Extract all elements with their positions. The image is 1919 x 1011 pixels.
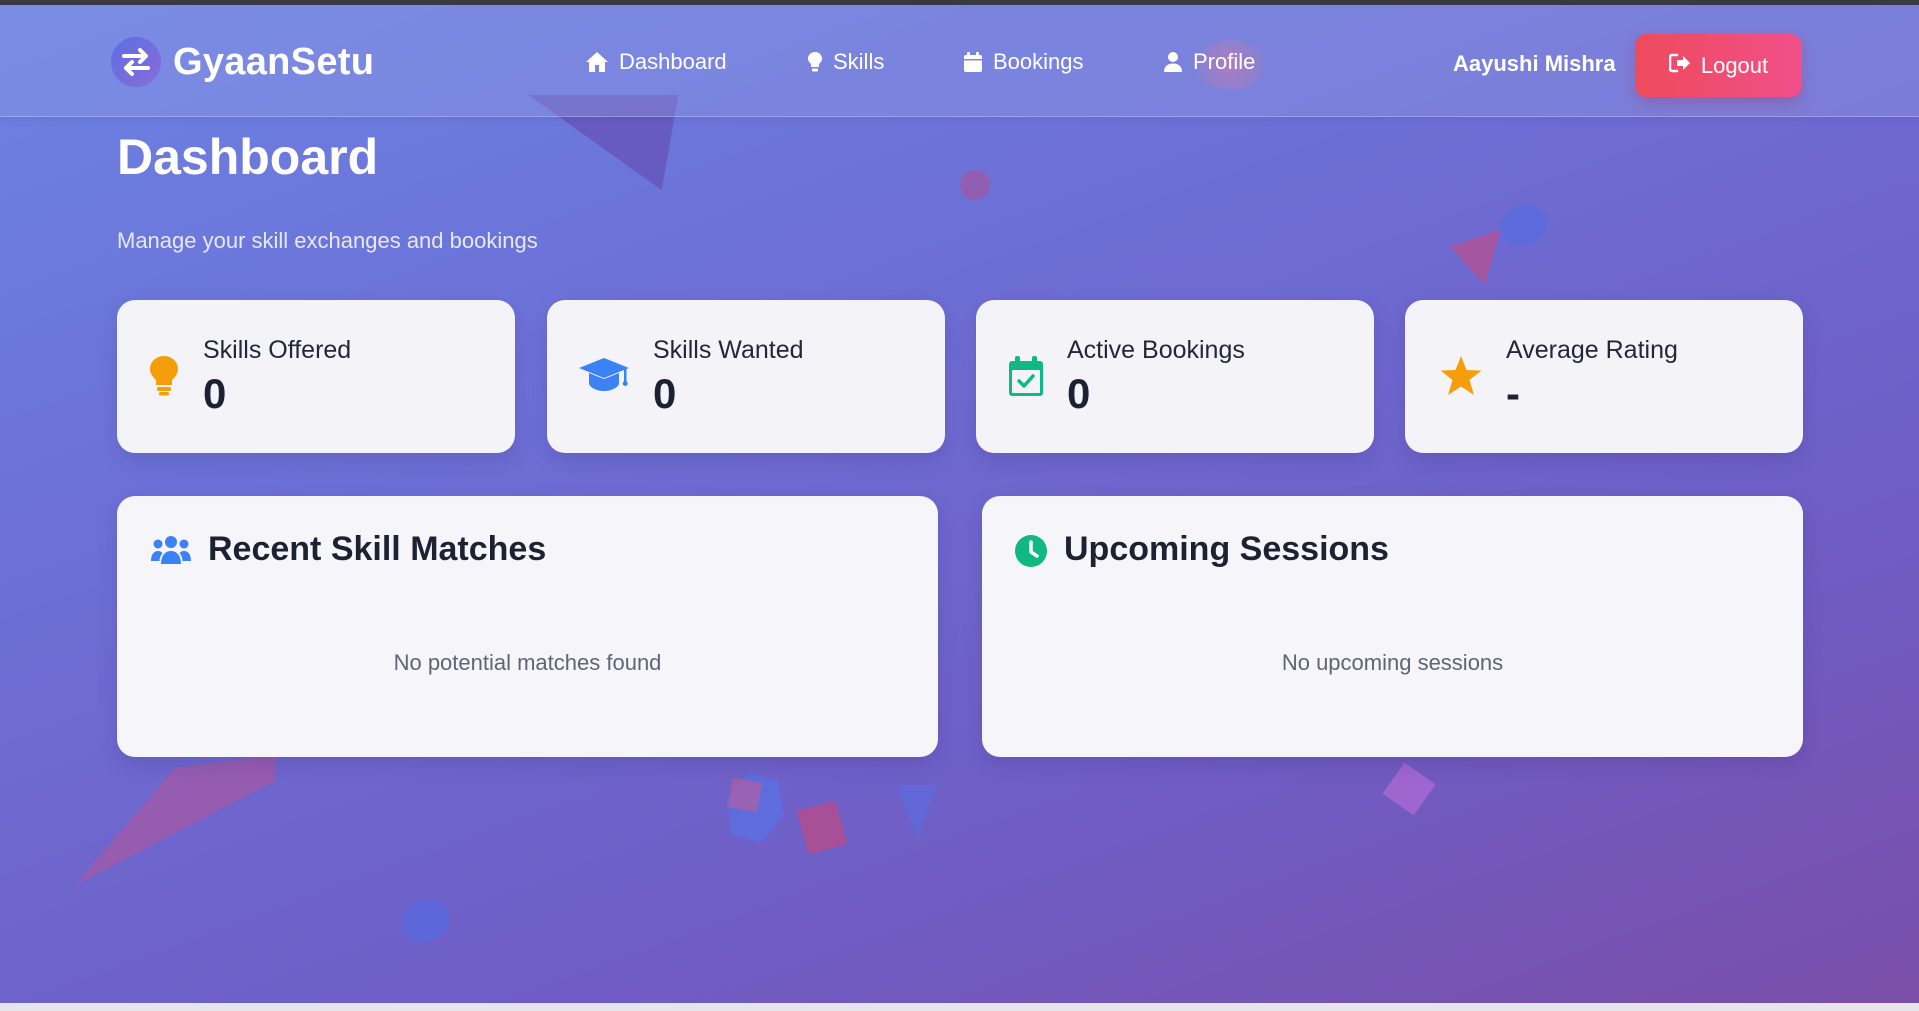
stat-label: Active Bookings — [1067, 336, 1245, 364]
decorative-kite — [1450, 230, 1500, 285]
decorative-diamond — [1382, 762, 1436, 816]
stat-card-skills-wanted: Skills Wanted 0 — [547, 300, 945, 453]
decorative-blob — [1494, 197, 1554, 253]
nav-profile[interactable]: Profile — [1163, 45, 1255, 79]
stat-card-average-rating: Average Rating - — [1405, 300, 1803, 453]
empty-state-text: No potential matches found — [393, 650, 662, 675]
graduation-cap-icon — [578, 355, 630, 400]
nav-bookings[interactable]: Bookings — [963, 45, 1084, 79]
stat-label: Skills Offered — [203, 336, 352, 364]
user-icon — [1163, 51, 1183, 73]
empty-state-text: No upcoming sessions — [1281, 650, 1504, 675]
logout-label: Logout — [1700, 52, 1769, 78]
brand-name: GyaanSetu — [173, 40, 375, 83]
decorative-triangle — [75, 755, 275, 885]
home-icon — [585, 51, 609, 73]
stat-label: Skills Wanted — [653, 336, 804, 364]
calendar-check-icon — [1008, 355, 1044, 402]
users-icon — [150, 534, 192, 571]
stat-value: 0 — [1067, 370, 1091, 417]
brand-logo[interactable]: GyaanSetu — [111, 33, 374, 91]
lightbulb-icon — [149, 355, 179, 402]
page-title: Dashboard — [117, 129, 379, 185]
stat-label: Average Rating — [1506, 336, 1678, 364]
nav-dashboard-label: Dashboard — [619, 49, 727, 74]
upcoming-sessions-panel: Upcoming Sessions No upcoming sessions — [982, 496, 1803, 757]
logout-button[interactable]: Logout — [1635, 34, 1802, 97]
stat-value: 0 — [203, 370, 227, 417]
nav-dashboard[interactable]: Dashboard — [585, 45, 727, 79]
current-user-name: Aayushi Mishra — [1453, 51, 1616, 76]
panel-title: Upcoming Sessions — [1064, 530, 1389, 568]
recent-skill-matches-panel: Recent Skill Matches No potential matche… — [117, 496, 938, 757]
decorative-square — [727, 777, 763, 813]
star-icon — [1439, 355, 1483, 402]
exchange-arrows-icon — [111, 37, 161, 87]
top-navbar: GyaanSetu Dashboard Skills Bookings Prof… — [0, 5, 1919, 117]
decorative-triangle — [897, 785, 937, 840]
stat-card-active-bookings: Active Bookings 0 — [976, 300, 1374, 453]
page-subtitle: Manage your skill exchanges and bookings — [117, 228, 538, 253]
panel-title: Recent Skill Matches — [208, 530, 547, 568]
stat-card-skills-offered: Skills Offered 0 — [117, 300, 515, 453]
nav-skills-label: Skills — [833, 49, 885, 74]
window-bottom-border — [0, 1003, 1919, 1011]
clock-icon — [1014, 534, 1048, 573]
decorative-square — [796, 800, 848, 855]
nav-bookings-label: Bookings — [993, 49, 1084, 74]
calendar-icon — [963, 51, 983, 73]
nav-profile-label: Profile — [1193, 49, 1256, 74]
stat-value: - — [1506, 370, 1520, 417]
decorative-blob — [392, 890, 458, 952]
lightbulb-icon — [807, 51, 823, 73]
sign-out-icon — [1668, 53, 1691, 79]
nav-skills[interactable]: Skills — [807, 45, 884, 79]
decorative-circle — [960, 170, 990, 200]
stat-value: 0 — [653, 370, 677, 417]
